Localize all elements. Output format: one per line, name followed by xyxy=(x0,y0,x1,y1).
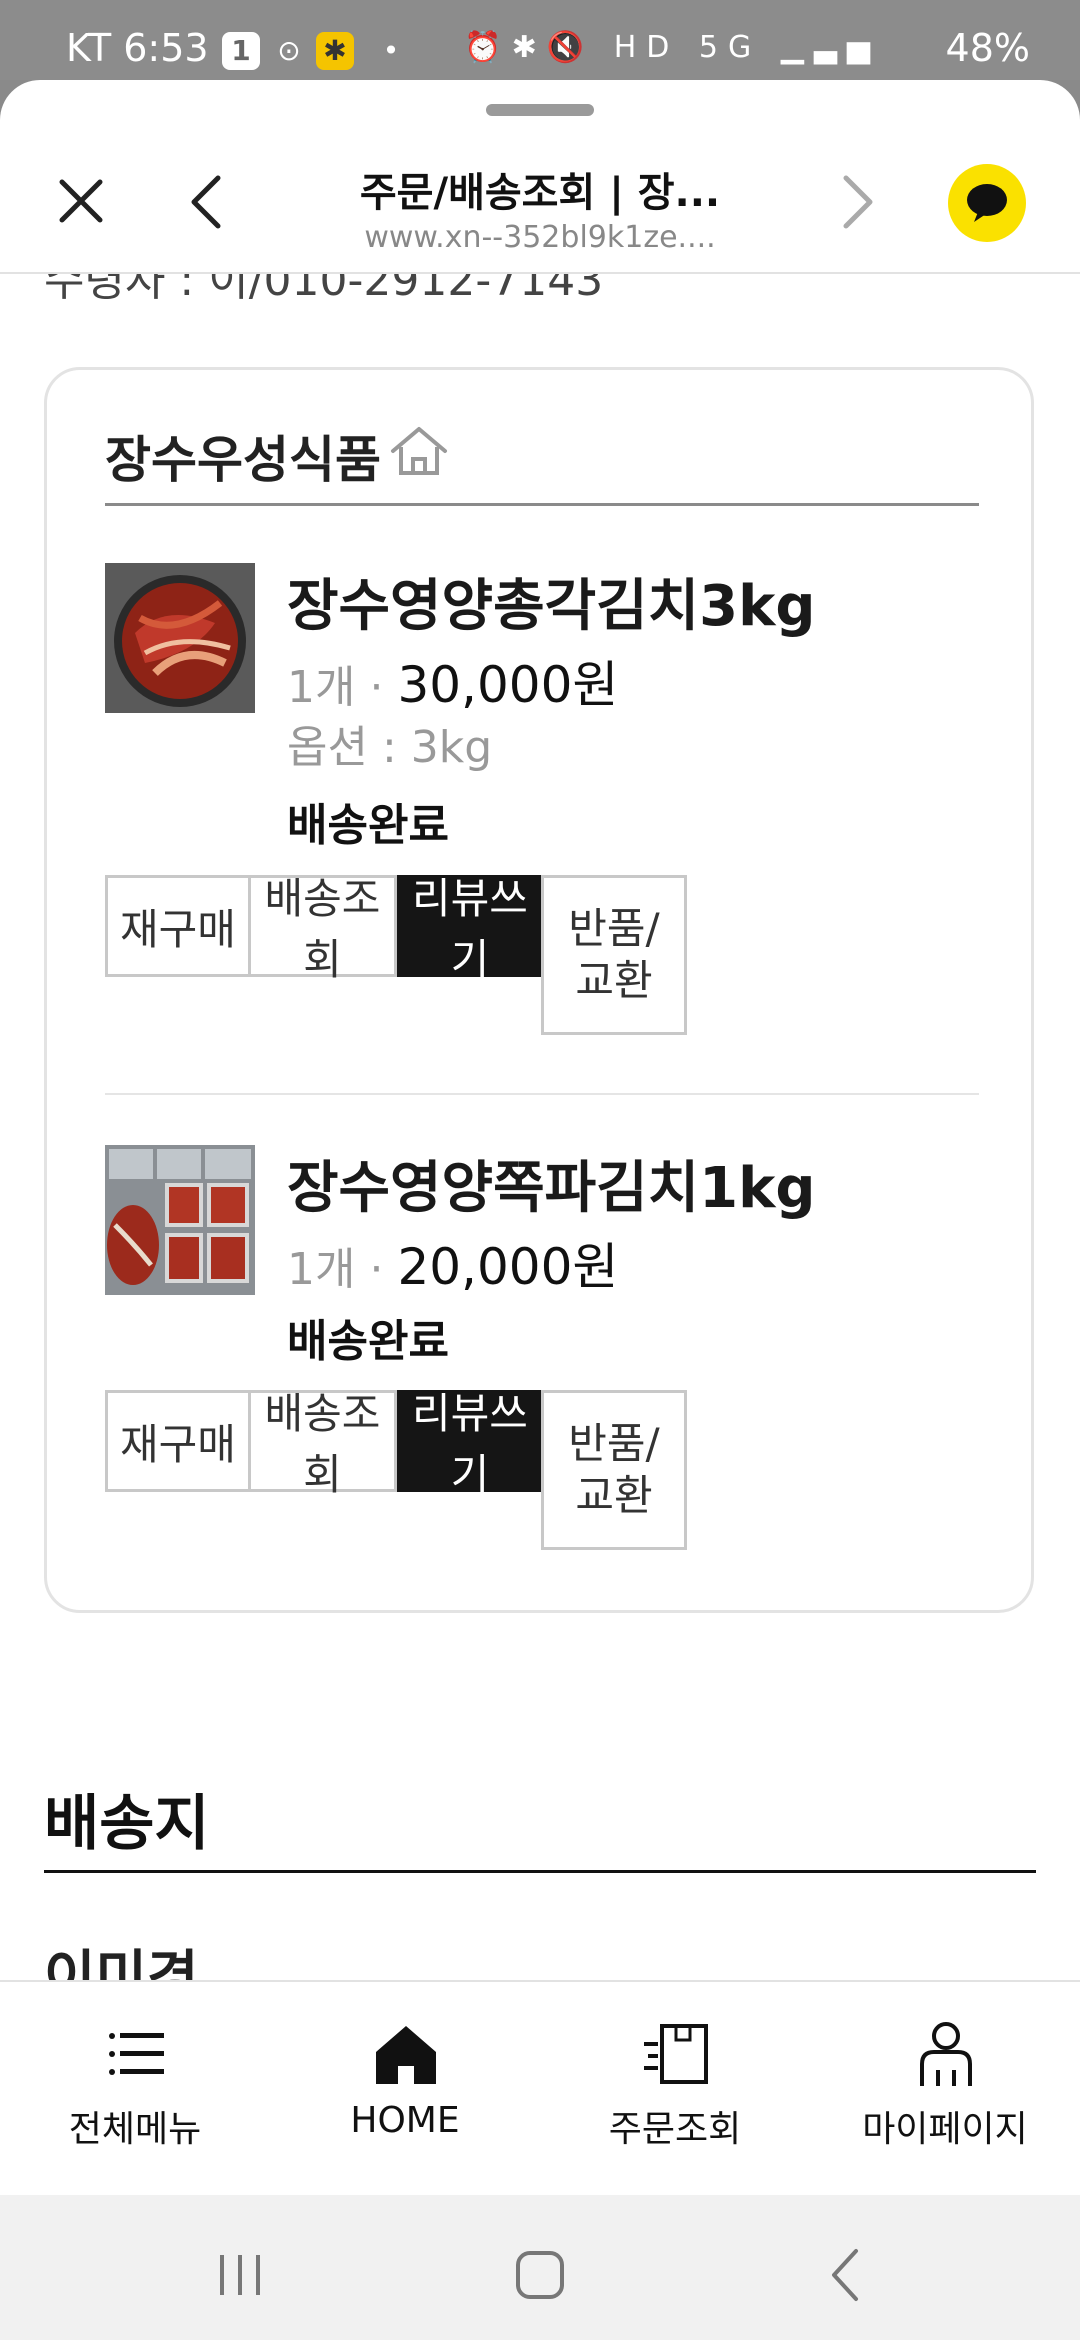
carrier-time: KT 6:53 xyxy=(66,26,209,70)
product-option: 옵션 : 3kg xyxy=(287,722,493,773)
sheet-grabber[interactable] xyxy=(486,104,594,116)
kakao-app-icon: ✱ xyxy=(316,32,354,70)
battery-level: 48% xyxy=(945,26,1030,70)
product-quantity: 1개 · 30,000원 xyxy=(287,645,618,717)
write-review-button[interactable]: 리뷰쓰기 xyxy=(397,874,543,984)
back-button-icon[interactable] xyxy=(816,2245,876,2305)
close-icon[interactable] xyxy=(56,176,106,226)
nav-menu[interactable]: 전체메뉴 xyxy=(0,1982,270,2195)
shop-name[interactable]: 장수우성식품 xyxy=(105,420,381,492)
shipping-section-title: 배송지 xyxy=(44,1789,210,1859)
rebuy-button[interactable]: 재구매 xyxy=(105,875,251,977)
product-price: 20,000원 xyxy=(397,1238,619,1296)
system-navigation-bar xyxy=(0,2195,1080,2340)
track-delivery-button[interactable]: 배송조회 xyxy=(248,1389,397,1499)
write-review-button[interactable]: 리뷰쓰기 xyxy=(397,1389,543,1499)
return-exchange-button[interactable]: 반품/교환 xyxy=(541,1390,687,1550)
nav-menu-label: 전체메뉴 xyxy=(68,2109,202,2150)
home-icon xyxy=(376,2026,436,2084)
product-name[interactable]: 장수영양쪽파김치1kg xyxy=(287,1143,815,1224)
chat-bubble-icon xyxy=(967,184,1007,222)
home-button-icon[interactable] xyxy=(510,2245,570,2305)
product-image-kimchi[interactable] xyxy=(105,563,255,713)
recent-apps-icon[interactable] xyxy=(210,2245,270,2305)
bottom-navigation: 전체메뉴 HOME 주문조회 마이페이지 xyxy=(0,1980,1080,2195)
nav-home-label: HOME xyxy=(350,2100,460,2141)
delivery-box-icon xyxy=(644,2024,708,2084)
back-icon[interactable] xyxy=(186,174,226,230)
shop-divider xyxy=(105,503,979,506)
product-name[interactable]: 장수영양총각김치3kg xyxy=(287,561,815,642)
dot-icon: • xyxy=(382,34,400,67)
rebuy-button[interactable]: 재구매 xyxy=(105,1390,251,1492)
browser-sheet: 주문/배송조회 | 장... www.xn--352bl9k1ze.... 수령… xyxy=(0,80,1080,2195)
delivery-status: 배송완료 xyxy=(287,1316,449,1367)
product-image-green-onion-kimchi[interactable] xyxy=(105,1145,255,1295)
nav-mypage[interactable]: 마이페이지 xyxy=(810,1982,1080,2195)
forward-icon[interactable] xyxy=(838,174,878,230)
quantity-label: 1개 · xyxy=(287,662,398,713)
page-title: 주문/배송조회 | 장... xyxy=(359,170,721,216)
status-bar: KT 6:53 1 ⊙ ✱ • ⏰✱🔇 HD 5G ▁▃▅ 48% xyxy=(0,0,1080,80)
shop-home-icon[interactable] xyxy=(389,425,449,477)
order-card: 장수우성식품 장수영양총각김치3kg 1개 · 30,000원 옵션: 3kg… xyxy=(44,367,1034,1613)
menu-icon xyxy=(109,2033,164,2075)
return-exchange-button[interactable]: 반품/교환 xyxy=(541,875,687,1035)
page-url: www.xn--352bl9k1ze.... xyxy=(364,220,716,255)
browser-toolbar: 주문/배송조회 | 장... www.xn--352bl9k1ze.... xyxy=(0,120,1080,274)
nav-orders[interactable]: 주문조회 xyxy=(540,1982,810,2195)
delivery-status: 배송완료 xyxy=(287,800,449,851)
item-divider xyxy=(105,1093,979,1095)
voicemail-icon: ⊙ xyxy=(277,34,301,67)
product-price: 30,000원 xyxy=(397,656,619,714)
shipping-section-divider xyxy=(44,1870,1036,1873)
track-delivery-button[interactable]: 배송조회 xyxy=(248,874,397,984)
item-actions: 재구매 배송조회 리뷰쓰기 반품/교환 xyxy=(105,1389,979,1550)
system-status-icons: ⏰✱🔇 HD 5G ▁▃▅ xyxy=(464,30,880,65)
nav-mypage-label: 마이페이지 xyxy=(862,2109,1028,2150)
notification-count-badge: 1 xyxy=(222,32,260,70)
kakaotalk-button[interactable] xyxy=(948,164,1026,242)
product-quantity: 1개 · 20,000원 xyxy=(287,1227,618,1299)
item-actions: 재구매 배송조회 리뷰쓰기 반품/교환 xyxy=(105,874,979,1035)
user-icon xyxy=(920,2022,972,2086)
nav-home[interactable]: HOME xyxy=(270,1982,540,2195)
nav-orders-label: 주문조회 xyxy=(608,2109,742,2150)
quantity-label: 1개 · xyxy=(287,1244,398,1295)
